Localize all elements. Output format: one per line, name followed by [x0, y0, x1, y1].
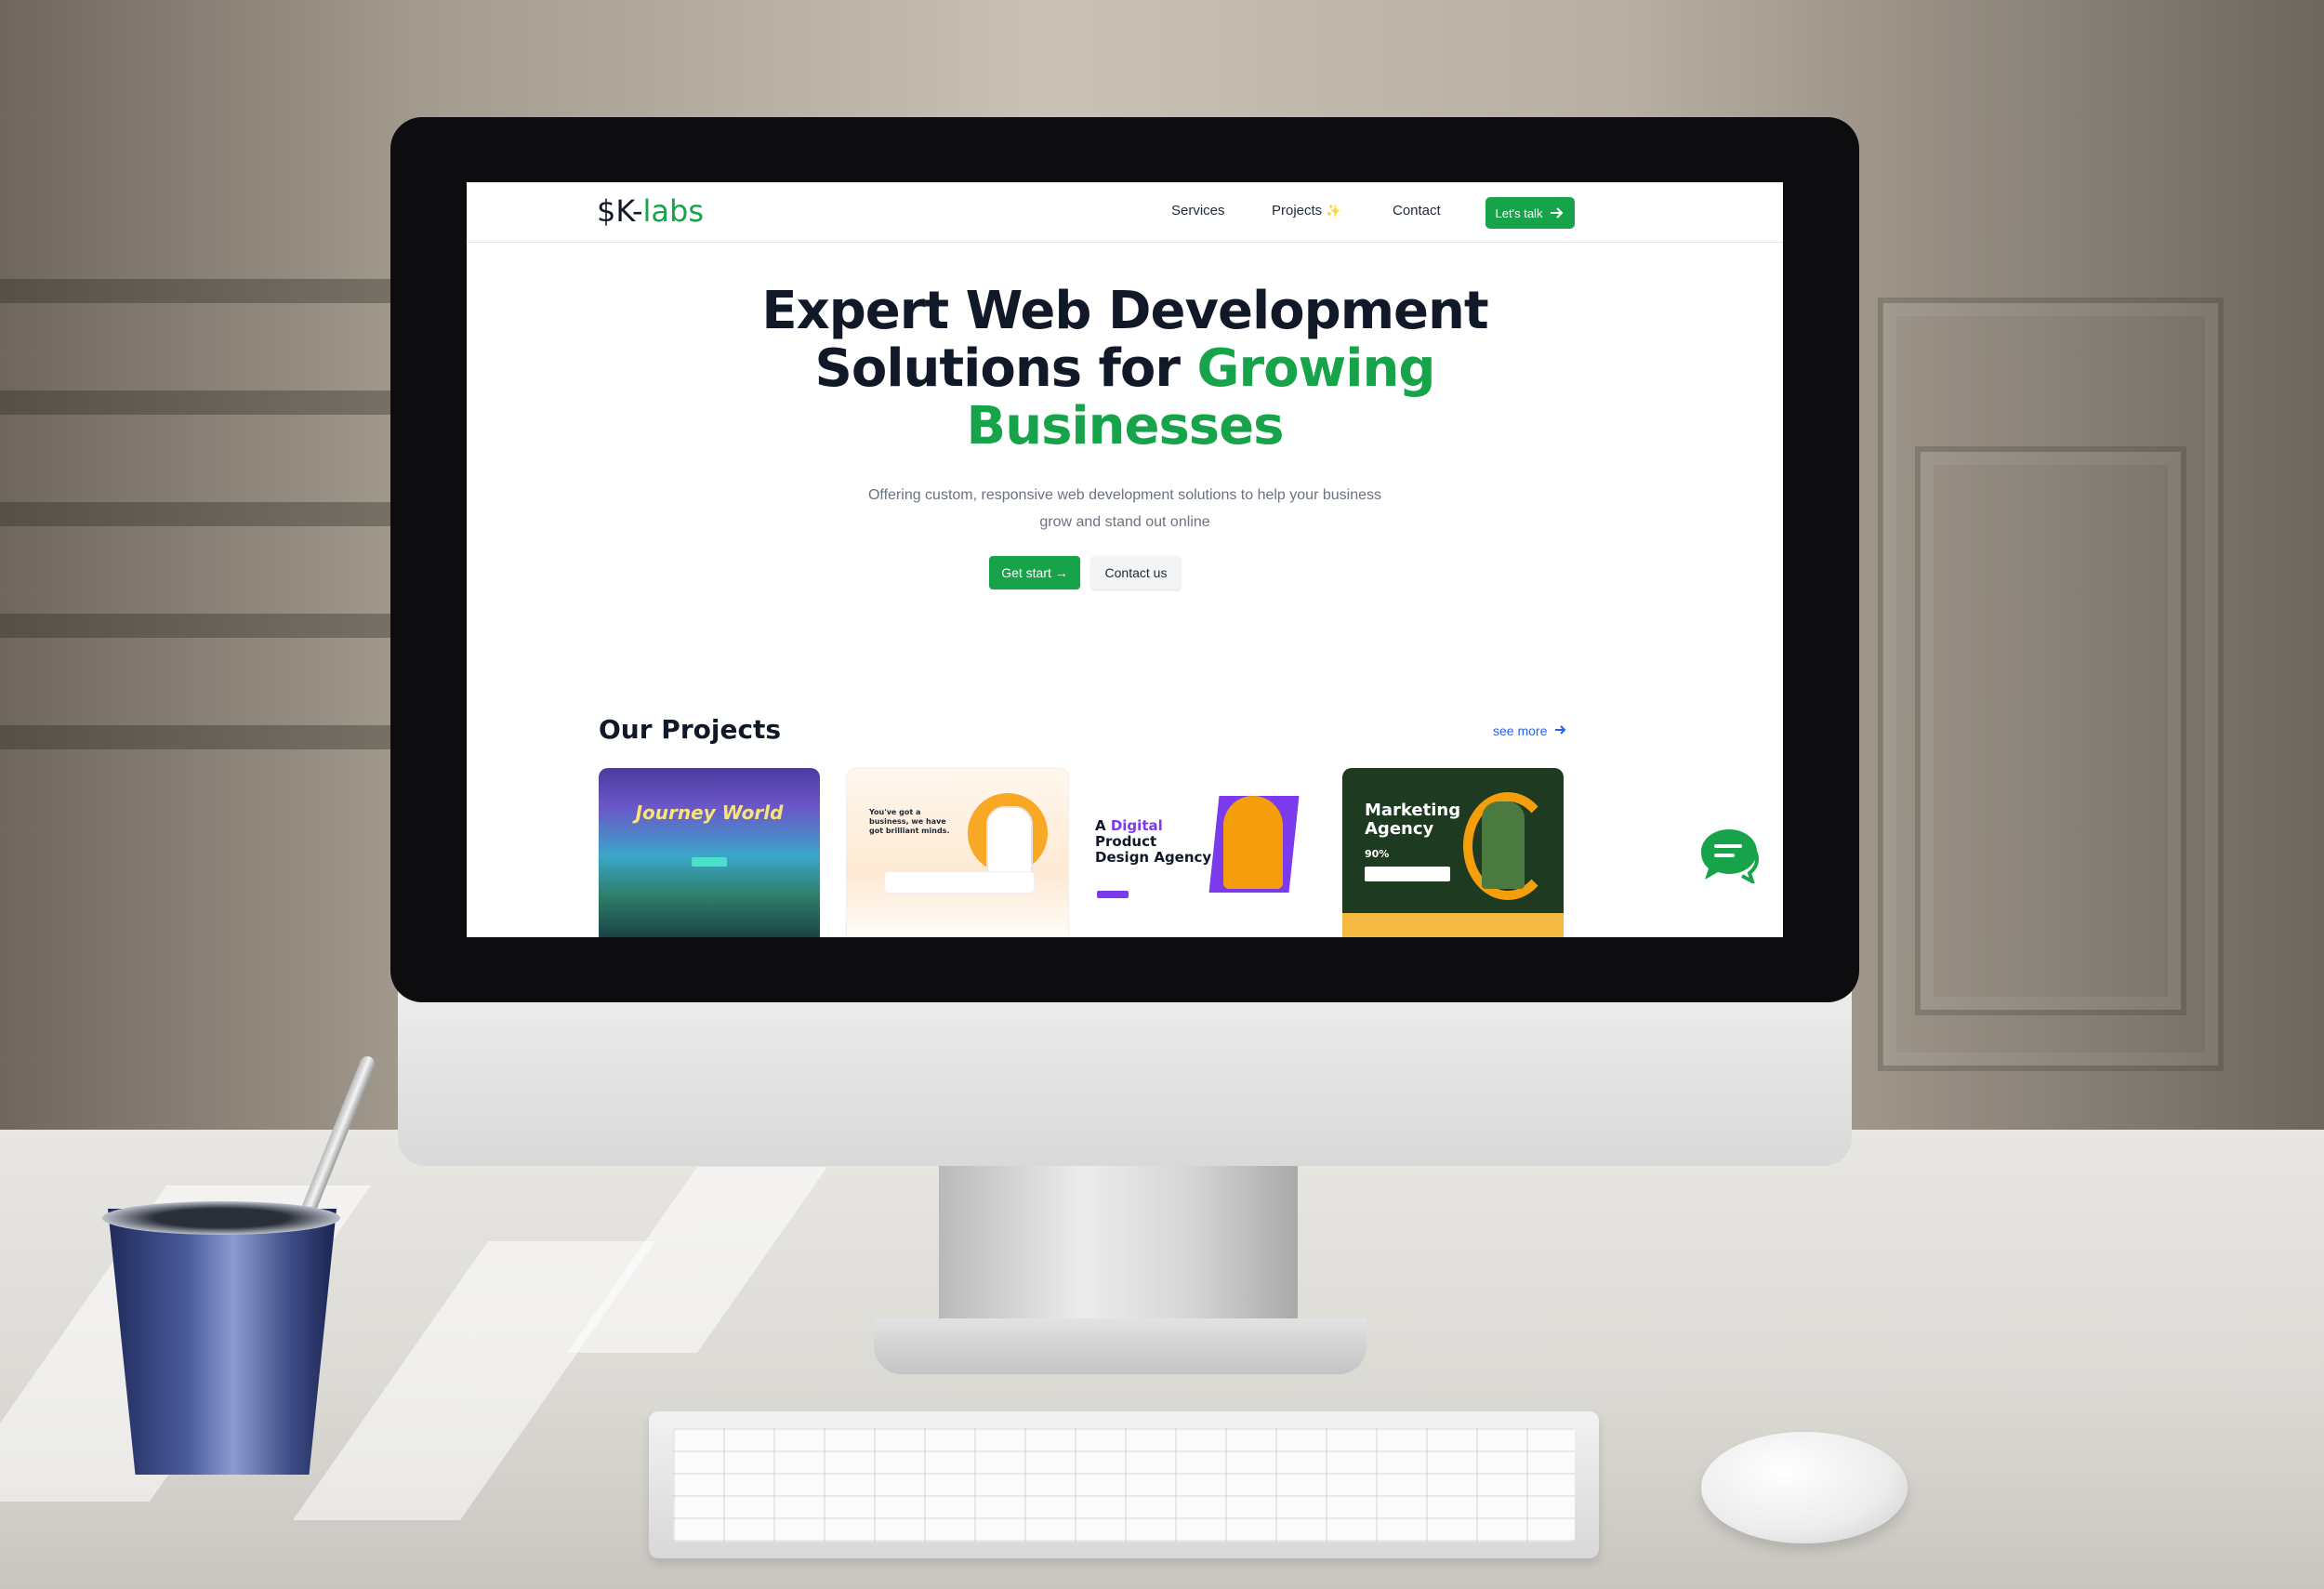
- heading-start: A: [1095, 817, 1111, 834]
- see-more-label: see more: [1493, 723, 1548, 738]
- project-card-journey-world[interactable]: Journey World: [599, 768, 820, 937]
- logo-prefix: $K-: [597, 193, 643, 229]
- project-card-heading: Marketing Agency: [1365, 801, 1461, 839]
- hero-subtitle-line1: Offering custom, responsive web developm…: [867, 487, 1381, 503]
- hero-title-line2: Solutions for Growing: [467, 340, 1783, 398]
- contact-us-button[interactable]: Contact us: [1091, 556, 1181, 589]
- monitor-stand: [939, 1166, 1298, 1333]
- nav-projects-label: Projects: [1272, 203, 1323, 218]
- wall-shadow: [0, 502, 400, 526]
- card-panel: [884, 871, 1035, 894]
- project-card-heading: A Digital Product Design Agency: [1095, 818, 1212, 866]
- hero-title-line1: Expert Web Development: [761, 281, 1488, 341]
- nav-projects[interactable]: Projects ✨: [1272, 203, 1341, 218]
- card-person: [1223, 796, 1283, 889]
- card-person: [1482, 801, 1525, 889]
- hero-subtitle-line2: grow and stand out online: [1039, 514, 1210, 530]
- project-card-business[interactable]: You've got a business, we have got brill…: [846, 768, 1069, 937]
- hero-title: Expert Web Development Solutions for Gro…: [467, 283, 1783, 456]
- chat-bubble-icon[interactable]: [1697, 826, 1763, 883]
- nav-services[interactable]: Services: [1171, 203, 1225, 218]
- cup-rim: [102, 1201, 340, 1235]
- arrow-right-icon: [1551, 207, 1564, 218]
- logo[interactable]: $K-labs: [597, 193, 704, 229]
- keyboard: [649, 1411, 1599, 1558]
- project-card-heading: You've got a business, we have got brill…: [869, 808, 950, 835]
- project-card-digital-agency[interactable]: A Digital Product Design Agency: [1093, 768, 1314, 937]
- lets-talk-button[interactable]: Let's talk: [1486, 197, 1575, 229]
- project-card-marketing-agency[interactable]: Marketing Agency 90%: [1342, 768, 1564, 937]
- card-button-shape: [1097, 891, 1129, 898]
- hero: Expert Web Development Solutions for Gro…: [467, 283, 1783, 456]
- monitor-chin: [398, 978, 1852, 1166]
- monitor-foot: [874, 1318, 1367, 1374]
- sparkle-icon: ✨: [1326, 204, 1341, 218]
- sunlight: [292, 1241, 656, 1520]
- hero-title-line2-start: Solutions for: [814, 338, 1197, 399]
- wall-shadow: [0, 614, 400, 638]
- logo-accent: labs: [642, 193, 705, 229]
- get-start-button[interactable]: Get start →: [989, 556, 1080, 589]
- mouse: [1701, 1432, 1908, 1543]
- wall-panel: [1915, 446, 2186, 1015]
- hero-title-line3: Businesses: [966, 396, 1285, 457]
- nav-contact[interactable]: Contact: [1393, 203, 1441, 218]
- heading-end: Product Design Agency: [1095, 833, 1212, 866]
- project-card-stat: 90%: [1365, 848, 1390, 860]
- wall-shadow: [0, 725, 400, 749]
- project-card-heading: Journey World: [635, 801, 784, 824]
- card-input-shape: [1365, 867, 1450, 881]
- hero-title-line2-accent: Growing: [1196, 338, 1436, 399]
- lets-talk-label: Let's talk: [1495, 205, 1543, 220]
- projects-title: Our Projects: [599, 714, 782, 745]
- hero-subtitle: Offering custom, responsive web developm…: [467, 482, 1783, 536]
- wall-shadow: [0, 391, 400, 415]
- wall-shadow: [0, 279, 400, 303]
- see-more-link[interactable]: see more: [1493, 723, 1567, 738]
- heading-accent: Digital: [1110, 817, 1163, 834]
- cup: [108, 1209, 337, 1475]
- arrow-right-icon: [1555, 725, 1566, 735]
- monitor-screen: $K-labs Services Projects ✨ Contact Let'…: [467, 182, 1783, 937]
- navbar: $K-labs Services Projects ✨ Contact Let'…: [467, 182, 1783, 243]
- card-button-shape: [692, 857, 727, 867]
- keyboard-keys: [673, 1428, 1575, 1542]
